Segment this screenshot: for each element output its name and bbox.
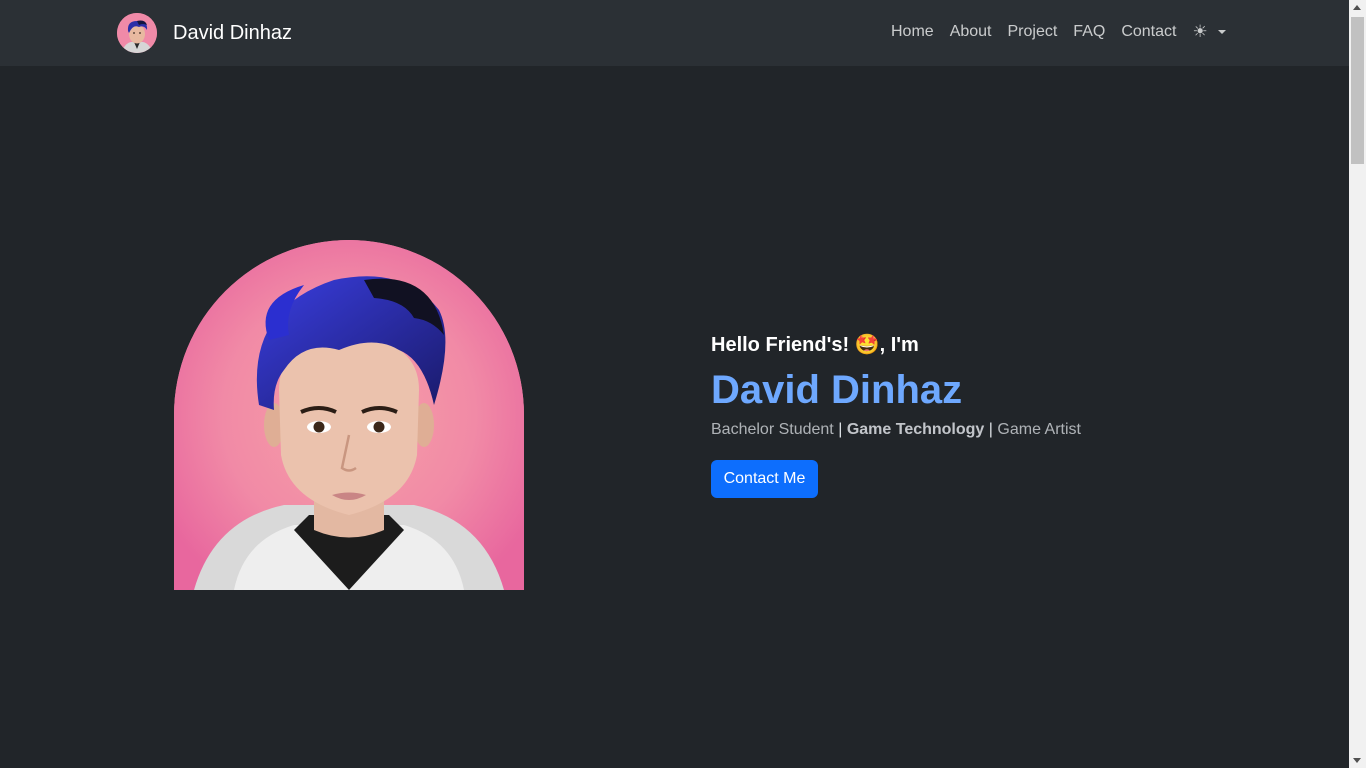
navbar: David Dinhaz Home About Project FAQ Cont… [0, 0, 1349, 66]
nav-about-link[interactable]: About [950, 22, 992, 42]
greeting-suffix: , I'm [879, 334, 919, 356]
brand-link[interactable]: David Dinhaz [117, 13, 292, 53]
brand-name: David Dinhaz [173, 21, 292, 44]
role-game-technology: Game Technology [846, 421, 985, 438]
role-student: Bachelor Student [711, 421, 834, 438]
hero-name: David Dinhaz [711, 368, 963, 412]
nav-project-link[interactable]: Project [1008, 22, 1058, 42]
scroll-up-arrow-icon[interactable] [1353, 5, 1361, 10]
role-game-artist: Game Artist [997, 421, 1081, 438]
nav-menu: Home About Project FAQ Contact ☀ [891, 22, 1226, 42]
chevron-down-icon [1217, 30, 1226, 34]
nav-home-link[interactable]: Home [891, 22, 934, 42]
greeting-text: Hello Friend's! 🤩, I'm [711, 332, 1081, 358]
theme-toggle-button[interactable]: ☀ [1192, 22, 1226, 42]
nav-faq-link[interactable]: FAQ [1073, 22, 1105, 42]
role-separator: | [988, 421, 993, 438]
contact-me-button[interactable]: Contact Me [711, 460, 818, 498]
sun-icon: ☀ [1192, 22, 1208, 41]
page: David Dinhaz Home About Project FAQ Cont… [0, 0, 1366, 768]
profile-portrait [174, 240, 524, 590]
greeting-prefix: Hello Friend's! [711, 334, 855, 356]
roles-line: Bachelor Student | Game Technology | Gam… [711, 418, 1081, 442]
intro-section: Hello Friend's! 🤩, I'm David Dinhaz Bach… [711, 332, 1081, 498]
nav-contact-link[interactable]: Contact [1121, 22, 1176, 42]
star-struck-emoji-icon: 🤩 [854, 334, 880, 356]
page-scrollbar[interactable] [1349, 0, 1366, 768]
role-separator: | [838, 421, 843, 438]
avatar [117, 13, 157, 53]
scroll-down-arrow-icon[interactable] [1353, 758, 1361, 763]
scrollbar-thumb[interactable] [1351, 17, 1364, 164]
